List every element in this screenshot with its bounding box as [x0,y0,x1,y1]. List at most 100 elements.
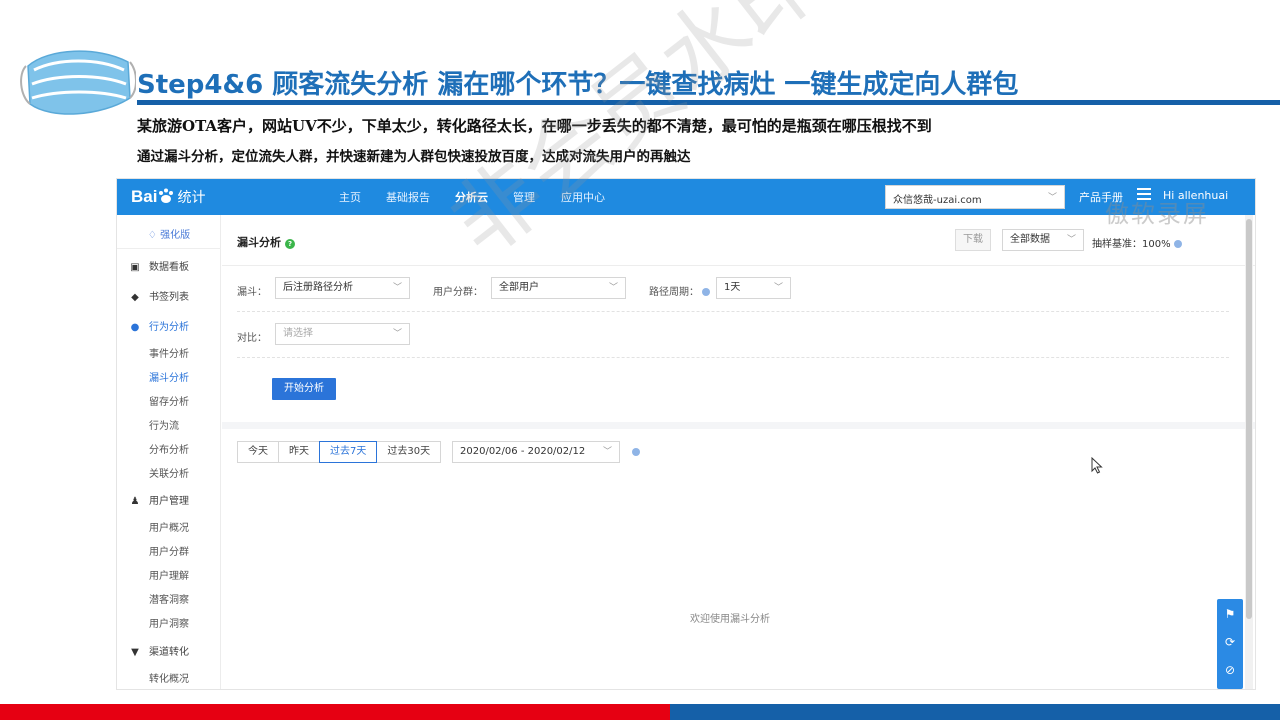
nav-basic-report[interactable]: 基础报告 [386,189,430,205]
sidebar-item-event[interactable]: 事件分析 [149,345,189,360]
site-select[interactable]: 众信悠哉-uzai.com ﹀ [885,185,1065,209]
nav-home[interactable]: 主页 [339,189,361,205]
logo-sub: 统计 [177,189,206,205]
footer-bar-red [0,704,670,720]
sidebar-item-label: 渠道转化 [149,647,189,658]
sidebar-item-behavior[interactable]: ● 行为分析 [129,318,189,333]
period-label: 路径周期： [649,283,710,298]
sidebar-item-user-segment[interactable]: 用户分群 [149,543,189,558]
compare-label: 对比： [237,333,267,344]
sidebar-item-user-understand[interactable]: 用户理解 [149,567,189,582]
compare-select[interactable]: 请选择 ﹀ [275,323,410,345]
top-nav: Bai 统计 主页 基础报告 分析云 管理 应用中心 众信悠哉-uzai.com … [117,179,1255,215]
chevron-down-icon: ﹀ [392,329,402,339]
funnel-icon: ▼ [131,647,139,658]
refresh-icon[interactable]: ⟳ [1217,629,1243,655]
sidebar-item-conversion[interactable]: 转化概况 [149,670,189,685]
sidebar-item-flow[interactable]: 行为流 [149,417,179,432]
compare-placeholder: 请选择 [283,328,313,339]
sidebar-item-user-insight[interactable]: 用户洞察 [149,615,189,630]
sidebar-item-bookmarks[interactable]: ◆ 书签列表 [129,288,189,303]
sidebar-item-label: 行为分析 [149,322,189,333]
funnel-label: 漏斗： [237,287,267,298]
scrollbar[interactable] [1245,215,1253,689]
page-title: 漏斗分析? [237,234,295,250]
main-panel: 漏斗分析? 下载 全部数据﹀ 抽样基准：100% 保存 漏斗： 后注册路径分析﹀… [222,215,1255,689]
baidu-tongji-logo[interactable]: Bai 统计 [131,187,205,207]
sidebar-item-channel[interactable]: ▼ 渠道转化 [129,643,189,658]
user-menu[interactable]: Hi allenhuai [1163,189,1228,202]
sampling-rate: 抽样基准：100% [1092,235,1182,250]
range-30days[interactable]: 过去30天 [376,441,442,463]
welcome-message: 欢迎使用漏斗分析 [690,614,770,625]
product-manual-link[interactable]: 产品手册 [1079,189,1123,205]
sidebar-item-distribution[interactable]: 分布分析 [149,441,189,456]
mouse-cursor-icon [1091,457,1103,474]
sampling-rate-text: 抽样基准：100% [1092,239,1171,250]
sidebar-item-user-mgmt[interactable]: ♟ 用户管理 [129,492,189,507]
data-scope-select[interactable]: 全部数据 ﹀ [1002,229,1084,251]
floating-toolbar: ⚑ ⟳ ⊘ [1217,599,1243,689]
data-scope-value: 全部数据 [1010,234,1050,245]
slide: Step4&6 顾客流失分析 漏在哪个环节？一键查找病灶 一键生成定向人群包 某… [0,0,1280,720]
date-range-buttons: 今天 昨天 过去7天 过去30天 [237,441,442,463]
scrollbar-thumb[interactable] [1246,219,1252,619]
period-select[interactable]: 1天 ﹀ [716,277,791,299]
flag-icon[interactable]: ⚑ [1217,601,1243,627]
info-icon[interactable] [702,288,710,296]
range-today[interactable]: 今天 [237,441,279,463]
sidebar-item-label: 用户管理 [149,496,189,507]
bookmark-icon: ◆ [131,292,139,303]
enhanced-version-badge[interactable]: ♢ 强化版 [117,215,221,249]
page-title-text: 漏斗分析 [237,236,281,249]
nav-app-center[interactable]: 应用中心 [561,189,605,205]
start-analysis-button[interactable]: 开始分析 [272,378,336,400]
face-mask-icon [20,50,136,115]
sidebar-item-prospect[interactable]: 潜客洞察 [149,591,189,606]
sidebar-item-funnel[interactable]: 漏斗分析 [149,369,189,384]
range-7days[interactable]: 过去7天 [319,441,378,463]
behavior-icon: ● [130,322,140,333]
info-icon[interactable] [1173,240,1182,248]
enhanced-label: 强化版 [160,230,191,241]
chevron-down-icon: ﹀ [608,283,618,293]
sidebar-item-label: 数据看板 [149,262,189,273]
paw-icon [159,188,174,203]
row-divider [237,311,1229,312]
row-divider [237,357,1229,358]
info-icon[interactable] [632,448,640,456]
date-range-value: 2020/02/06 - 2020/02/12 [460,446,586,457]
segment-select[interactable]: 全部用户 ﹀ [491,277,626,299]
nav-manage[interactable]: 管理 [513,189,535,205]
chevron-down-icon: ﹀ [602,447,612,457]
sidebar-item-user-overview[interactable]: 用户概况 [149,519,189,534]
section-separator [222,422,1255,429]
sidebar-item-label: 书签列表 [149,292,189,303]
segment-label: 用户分群： [433,287,483,298]
period-select-value: 1天 [724,282,741,293]
sidebar-item-retention[interactable]: 留存分析 [149,393,189,408]
tongji-screenshot: Bai 统计 主页 基础报告 分析云 管理 应用中心 众信悠哉-uzai.com … [116,178,1256,690]
range-yesterday[interactable]: 昨天 [278,441,320,463]
site-select-value: 众信悠哉-uzai.com [893,195,982,206]
slide-title: Step4&6 顾客流失分析 漏在哪个环节？一键查找病灶 一键生成定向人群包 [137,70,1019,100]
nav-analysis-cloud[interactable]: 分析云 [455,189,488,205]
compass-icon[interactable]: ⊘ [1217,657,1243,683]
download-button[interactable]: 下载 [955,229,991,251]
help-icon[interactable]: ? [285,239,295,249]
slide-subtitle-problem: 某旅游OTA客户，网站UV不少，下单太少，转化路径太长，在哪一步丢失的都不清楚，… [137,117,932,135]
chevron-down-icon: ﹀ [1047,193,1057,203]
period-label-text: 路径周期： [649,287,699,298]
diamond-icon: ♢ [147,230,161,241]
title-rule [137,100,1280,105]
funnel-select[interactable]: 后注册路径分析 ﹀ [275,277,410,299]
menu-icon[interactable] [1137,188,1151,202]
sidebar-item-dashboard[interactable]: ▣ 数据看板 [129,258,189,273]
footer-bar-blue [670,704,1280,720]
chevron-down-icon: ﹀ [773,283,783,293]
chevron-down-icon: ﹀ [1066,235,1076,245]
sidebar-item-correlation[interactable]: 关联分析 [149,465,189,480]
date-range-picker[interactable]: 2020/02/06 - 2020/02/12 ﹀ [452,441,620,463]
segment-select-value: 全部用户 [499,282,539,293]
dashboard-icon: ▣ [130,262,140,273]
